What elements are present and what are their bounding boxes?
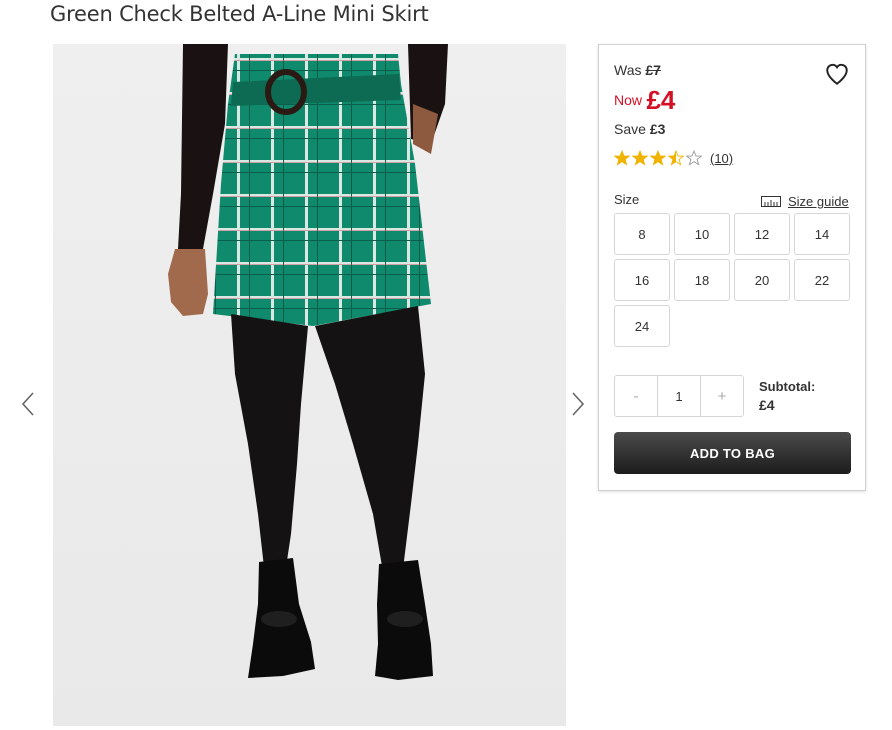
purchase-panel: Was £7 Now £4 Save £3 (10) Size Size gui…: [598, 44, 866, 491]
save-amount: £3: [649, 121, 666, 137]
chevron-right-icon: [572, 392, 585, 416]
star-icon: [686, 150, 702, 166]
size-guide-link[interactable]: Size guide: [761, 194, 849, 209]
add-to-bag-button[interactable]: ADD TO BAG: [614, 432, 851, 474]
rating: (10): [614, 149, 733, 167]
heart-icon: [826, 63, 848, 85]
gallery-next-button[interactable]: [564, 389, 590, 419]
size-option-16[interactable]: 16: [614, 259, 670, 301]
size-option-20[interactable]: 20: [734, 259, 790, 301]
gallery-prev-button[interactable]: [16, 389, 42, 419]
star-icon: [650, 150, 666, 166]
product-title: Green Check Belted A-Line Mini Skirt: [50, 2, 429, 26]
chevron-left-icon: [21, 392, 34, 416]
was-label: Was: [614, 62, 642, 78]
quantity-decrease-button[interactable]: -: [615, 376, 657, 416]
now-price-row: Now £4: [614, 85, 675, 116]
size-option-12[interactable]: 12: [734, 213, 790, 255]
now-label: Now: [614, 92, 643, 108]
size-option-22[interactable]: 22: [794, 259, 850, 301]
size-option-24[interactable]: 24: [614, 305, 670, 347]
star-icon: [632, 150, 648, 166]
size-option-18[interactable]: 18: [674, 259, 730, 301]
size-guide-label: Size guide: [788, 194, 849, 209]
size-option-10[interactable]: 10: [674, 213, 730, 255]
ruler-icon: [761, 196, 781, 207]
star-icon: [668, 150, 684, 166]
wishlist-button[interactable]: [824, 61, 850, 87]
save-row: Save £3: [614, 121, 665, 137]
product-photo-illustration: [168, 44, 448, 680]
size-option-14[interactable]: 14: [794, 213, 850, 255]
was-price-row: Was £7: [614, 62, 661, 78]
review-count-link[interactable]: (10): [710, 151, 733, 166]
was-price: £7: [645, 62, 661, 78]
subtotal-value: £4: [759, 397, 775, 413]
star-rating: [614, 150, 704, 166]
size-label: Size: [614, 192, 640, 207]
subtotal-label: Subtotal:: [759, 379, 816, 394]
quantity-value[interactable]: 1: [657, 376, 701, 416]
size-option-8[interactable]: 8: [614, 213, 670, 255]
quantity-increase-button[interactable]: +: [701, 376, 743, 416]
now-price: £4: [646, 85, 676, 115]
product-image[interactable]: [53, 44, 566, 726]
save-label: Save: [614, 121, 646, 137]
quantity-stepper: - 1 +: [614, 375, 744, 417]
star-icon: [614, 150, 630, 166]
